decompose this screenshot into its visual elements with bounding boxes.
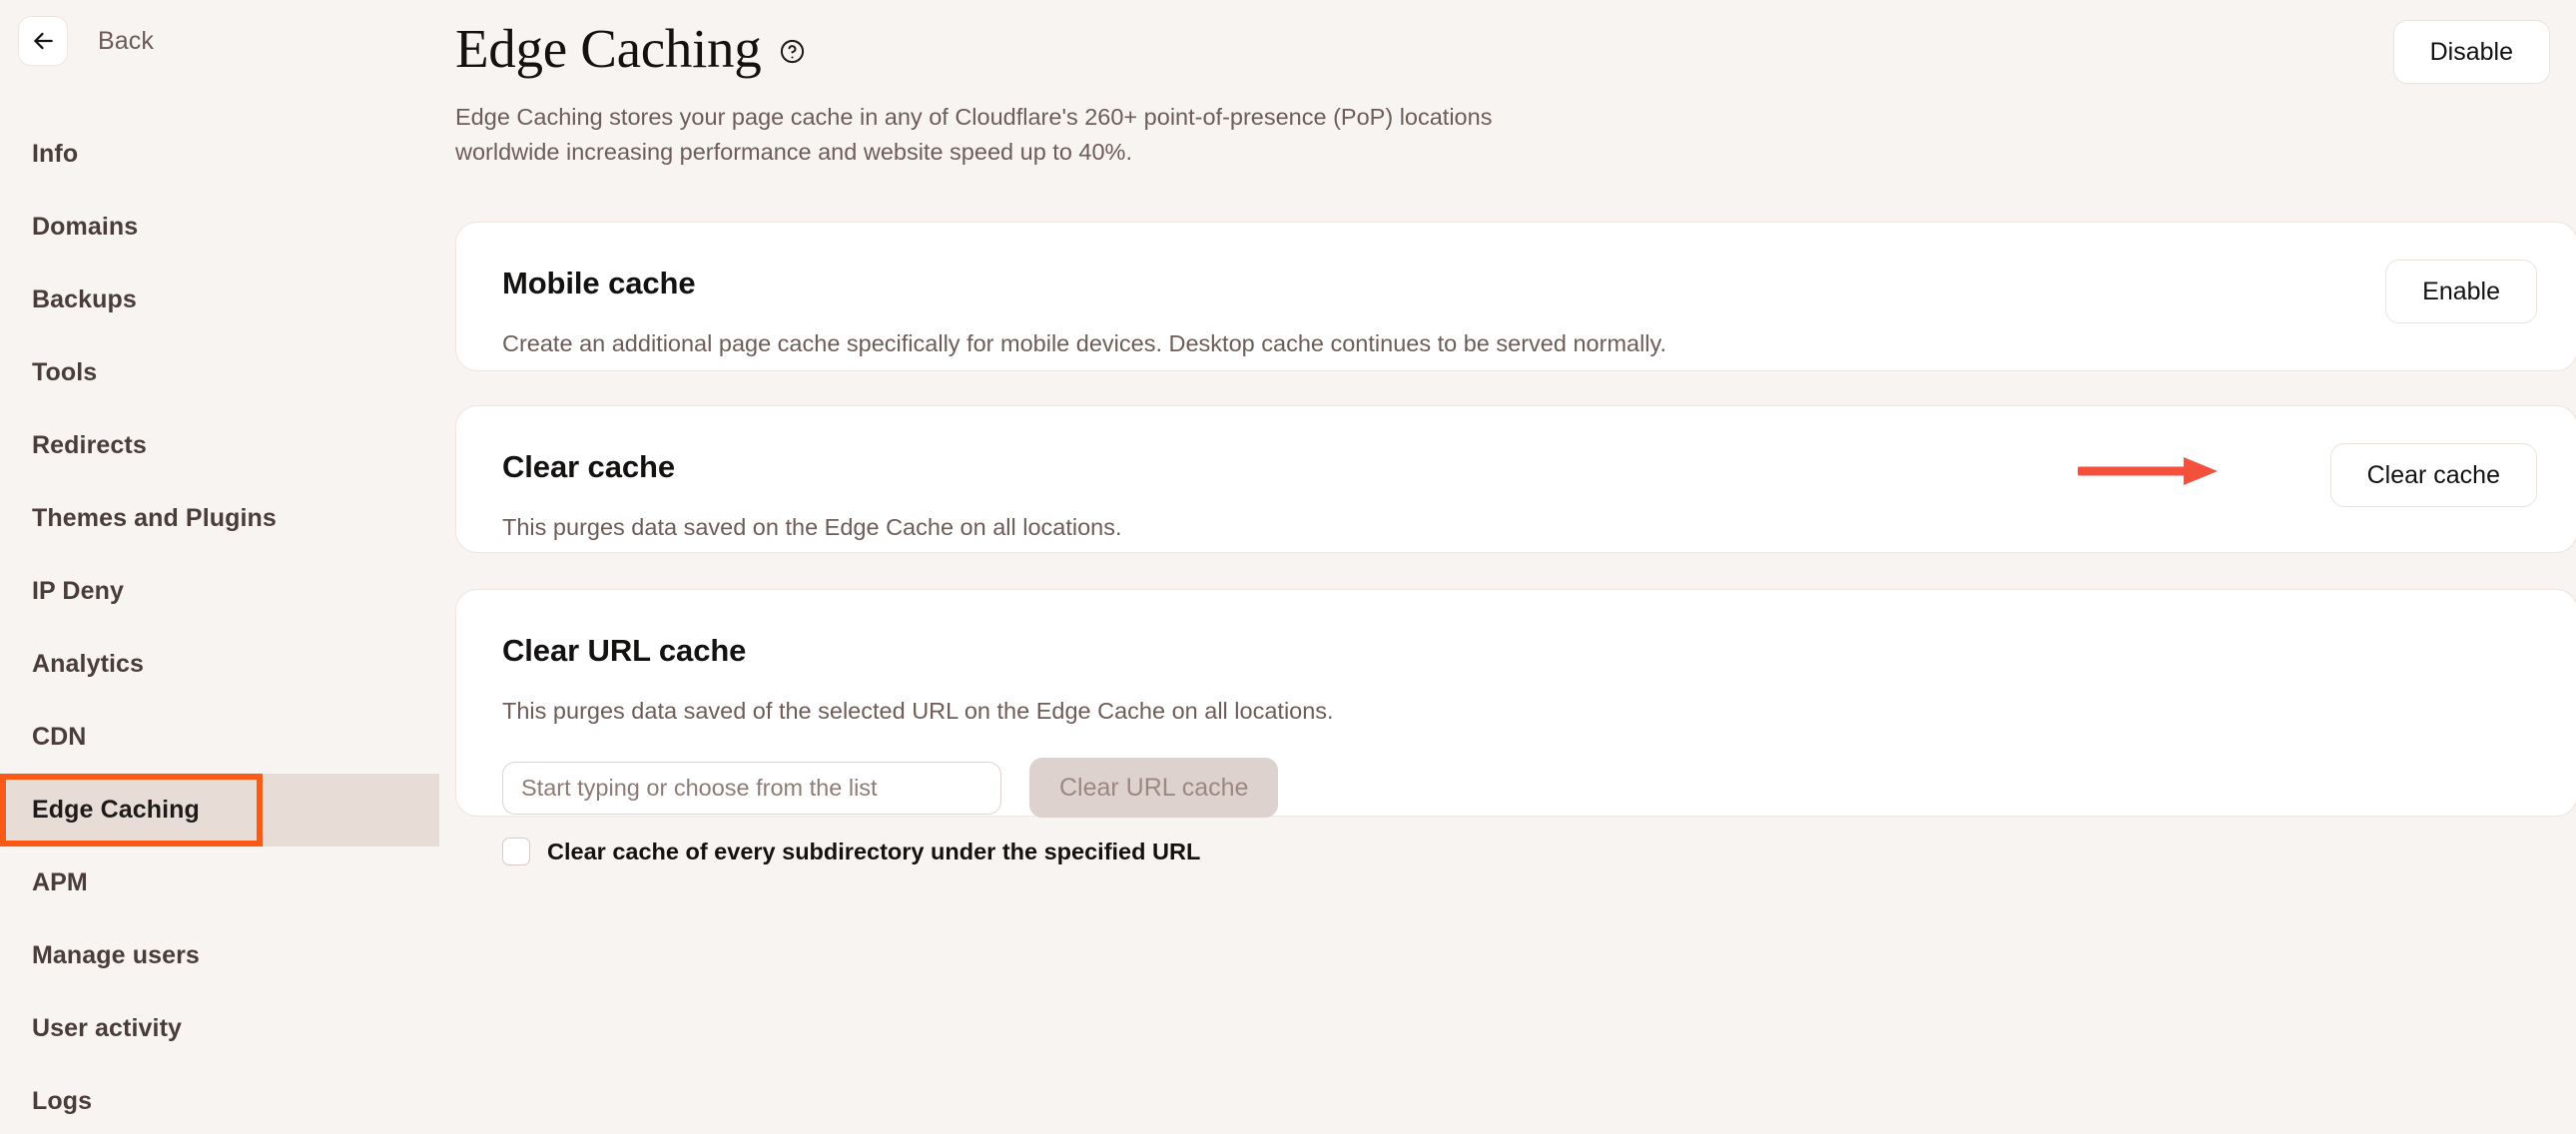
sidebar-nav: Info Domains Backups Tools Redirects The…	[0, 118, 439, 1134]
card-clear-cache: Clear cache This purges data saved on th…	[455, 405, 2576, 553]
sidebar-item-tools[interactable]: Tools	[0, 336, 439, 409]
sidebar-item-label: Redirects	[32, 431, 147, 459]
sidebar-item-label: Backups	[32, 285, 137, 313]
page-description: Edge Caching stores your page cache in a…	[455, 103, 1493, 165]
sidebar-item-manage-users[interactable]: Manage users	[0, 919, 439, 992]
card-mobile-cache: Mobile cache Create an additional page c…	[455, 222, 2576, 371]
sidebar-item-label: Analytics	[32, 650, 145, 678]
sidebar-item-label: Info	[32, 140, 79, 168]
card-title: Clear URL cache	[502, 633, 747, 668]
sidebar-item-logs[interactable]: Logs	[0, 1065, 439, 1134]
sidebar-item-analytics[interactable]: Analytics	[0, 628, 439, 701]
sidebar-item-label: User activity	[32, 1014, 182, 1042]
sidebar-item-label: Tools	[32, 358, 98, 386]
subdirectory-checkbox[interactable]	[502, 838, 530, 866]
clear-url-form-row: Clear URL cache	[502, 758, 2531, 819]
subdirectory-checkbox-row: Clear cache of every subdirectory under …	[502, 838, 2531, 866]
sidebar-item-domains[interactable]: Domains	[0, 191, 439, 264]
arrow-left-icon	[30, 28, 56, 54]
sidebar-item-label: Edge Caching	[32, 796, 200, 824]
subdirectory-checkbox-label[interactable]: Clear cache of every subdirectory under …	[547, 839, 1200, 865]
sidebar-item-label: Manage users	[32, 941, 200, 969]
sidebar-item-user-activity[interactable]: User activity	[0, 992, 439, 1065]
page-title: Edge Caching	[455, 18, 762, 79]
card-description: This purges data saved on the Edge Cache…	[502, 514, 1122, 540]
url-input[interactable]	[502, 761, 1001, 815]
app-root: Back Info Domains Backups Tools Redirect…	[0, 0, 2576, 1134]
sidebar-item-redirects[interactable]: Redirects	[0, 409, 439, 482]
sidebar-item-backups[interactable]: Backups	[0, 264, 439, 336]
sidebar: Back Info Domains Backups Tools Redirect…	[0, 0, 439, 1134]
sidebar-item-label: Themes and Plugins	[32, 504, 277, 532]
main-content: Edge Caching Edge Caching stores your pa…	[439, 0, 2576, 1134]
sidebar-item-themes-and-plugins[interactable]: Themes and Plugins	[0, 482, 439, 555]
clear-url-cache-button[interactable]: Clear URL cache	[1029, 758, 1279, 819]
enable-button[interactable]: Enable	[2385, 260, 2537, 323]
title-row: Edge Caching	[455, 20, 2576, 78]
disable-button[interactable]: Disable	[2392, 20, 2550, 84]
card-title: Clear cache	[502, 449, 675, 484]
card-description: This purges data saved of the selected U…	[502, 698, 1334, 724]
sidebar-item-edge-caching[interactable]: Edge Caching	[0, 774, 439, 847]
sidebar-item-label: Logs	[32, 1087, 93, 1115]
card-title: Mobile cache	[502, 266, 696, 300]
back-button[interactable]	[18, 16, 68, 66]
back-navigation[interactable]: Back	[18, 16, 154, 66]
sidebar-item-label: APM	[32, 868, 88, 896]
sidebar-item-label: IP Deny	[32, 577, 124, 605]
question-circle-icon[interactable]	[779, 38, 806, 70]
sidebar-item-label: Domains	[32, 213, 139, 241]
page-header: Edge Caching Edge Caching stores your pa…	[455, 20, 2576, 169]
card-clear-url-cache: Clear URL cache This purges data saved o…	[455, 589, 2576, 866]
sidebar-item-ip-deny[interactable]: IP Deny	[0, 555, 439, 628]
card-description: Create an additional page cache specific…	[502, 330, 1667, 356]
sidebar-item-apm[interactable]: APM	[0, 847, 439, 919]
sidebar-item-label: CDN	[32, 723, 87, 751]
sidebar-item-cdn[interactable]: CDN	[0, 701, 439, 774]
sidebar-item-info[interactable]: Info	[0, 118, 439, 191]
clear-cache-button[interactable]: Clear cache	[2329, 443, 2537, 507]
back-label: Back	[98, 26, 154, 55]
